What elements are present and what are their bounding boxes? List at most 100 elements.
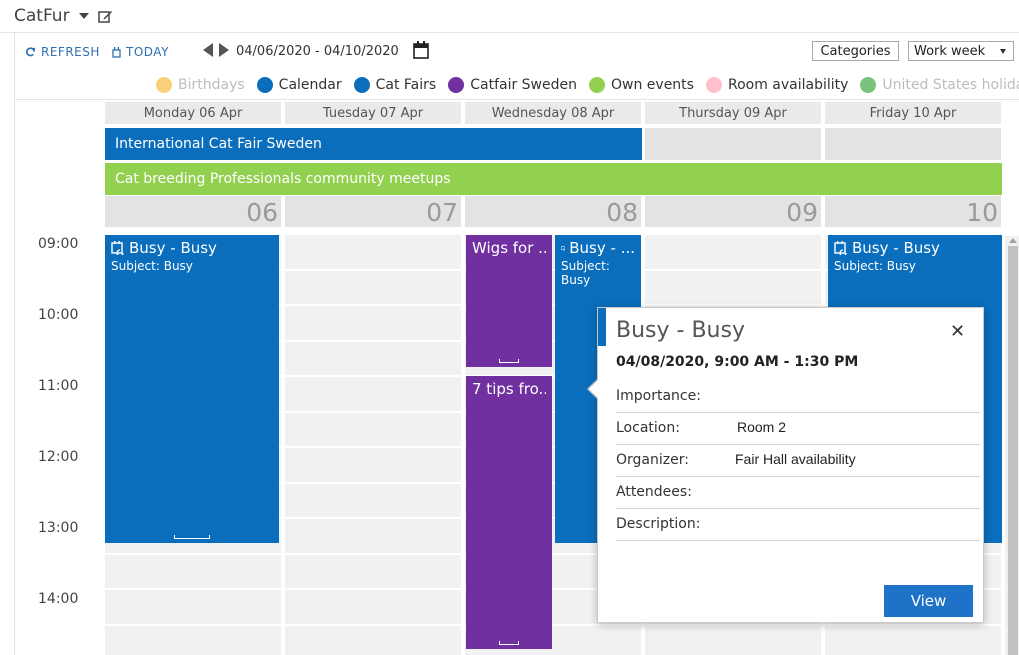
event-subject: Subject: Busy	[111, 259, 193, 273]
time-slot[interactable]	[285, 448, 461, 482]
legend-color-dot	[256, 77, 273, 93]
day-header-thursday: Thursday 09 Apr	[645, 102, 821, 124]
title-bar: CatFur	[0, 0, 1019, 33]
time-slot[interactable]	[105, 554, 281, 588]
time-slot[interactable]	[105, 590, 281, 624]
time-slot[interactable]	[285, 519, 461, 553]
legend-color-dot	[705, 77, 722, 93]
popup-field-organizer: Organizer: Fair Hall availability	[616, 445, 980, 477]
legend-label: United States holidays	[882, 77, 1019, 93]
event-title: Busy - Busy	[852, 239, 940, 257]
allday-event-cat-breeding-meetups[interactable]: Cat breeding Professionals community mee…	[105, 163, 1002, 195]
refresh-icon	[26, 46, 36, 56]
day-number-07[interactable]: 07	[285, 196, 461, 227]
scroll-up-icon[interactable]	[1009, 238, 1017, 243]
time-slot[interactable]	[285, 554, 461, 588]
refresh-label: REFRESH	[41, 45, 100, 59]
resize-handle[interactable]	[499, 359, 519, 363]
next-arrow-icon[interactable]	[217, 42, 231, 58]
event-title: Wigs for ...	[472, 239, 546, 257]
day-number-10[interactable]: 10	[825, 196, 1001, 227]
legend-item[interactable]: Birthdays	[156, 77, 245, 93]
time-label: 10:00	[38, 307, 79, 323]
allday-event-cat-fair-sweden[interactable]: International Cat Fair Sweden	[105, 128, 642, 160]
popup-title: Busy - Busy	[616, 318, 745, 343]
legend-item[interactable]: Calendar	[256, 77, 342, 93]
popup-datetime: 04/08/2020, 9:00 AM - 1:30 PM	[616, 354, 859, 370]
legend-color-dot	[353, 77, 370, 93]
recurring-calendar-icon	[111, 241, 124, 255]
time-slot[interactable]	[285, 483, 461, 517]
left-divider	[14, 33, 15, 655]
time-slot[interactable]	[825, 625, 1001, 655]
popup-field-location: Location: Room 2	[616, 413, 980, 445]
view-select[interactable]: Work week	[908, 41, 1014, 61]
resize-handle[interactable]	[174, 535, 210, 539]
time-slot[interactable]	[285, 270, 461, 304]
popup-field-importance: Importance:	[616, 381, 980, 413]
legend-item[interactable]: United States holidays	[860, 77, 1019, 93]
event-subject: Subject: Busy	[561, 259, 610, 287]
day-header-tuesday: Tuesday 07 Apr	[285, 102, 461, 124]
categories-button[interactable]: Categories	[812, 41, 899, 61]
previous-arrow-icon[interactable]	[201, 42, 215, 58]
recurring-calendar-icon	[561, 245, 565, 251]
time-slot[interactable]	[285, 625, 461, 655]
refresh-button[interactable]: REFRESH	[25, 44, 100, 60]
event-title-row: Busy - Busy	[834, 239, 996, 257]
event-title-row: Busy - Busy	[111, 239, 273, 257]
field-label: Importance:	[616, 388, 701, 404]
resize-handle[interactable]	[499, 641, 519, 645]
time-slot[interactable]	[645, 270, 821, 304]
legend-label: Own events	[611, 77, 694, 93]
field-value: Room 2	[737, 419, 787, 435]
event-wigs[interactable]: Wigs for ...	[466, 235, 552, 367]
today-button[interactable]: TODAY	[112, 44, 169, 60]
today-label: TODAY	[126, 45, 169, 59]
time-slot[interactable]	[105, 625, 281, 655]
allday-empty-cell[interactable]	[645, 128, 821, 160]
field-label: Description:	[616, 516, 701, 532]
time-slot[interactable]	[285, 306, 461, 340]
app-title[interactable]: CatFur	[14, 6, 70, 26]
day-number-09[interactable]: 09	[645, 196, 821, 227]
event-monday-busy[interactable]: Busy - Busy Subject: Busy	[105, 235, 279, 543]
legend-label: Room availability	[727, 77, 849, 93]
legend-item[interactable]: Catfair Sweden	[448, 77, 577, 93]
time-slot[interactable]	[645, 625, 821, 655]
popup-accent-bar	[598, 308, 606, 346]
legend-item[interactable]: Cat Fairs	[353, 77, 436, 93]
legend-label: Birthdays	[178, 77, 245, 93]
dropdown-caret-icon	[1000, 49, 1006, 54]
allday-empty-cell[interactable]	[825, 128, 1001, 160]
legend-item[interactable]: Own events	[589, 77, 694, 93]
time-slot[interactable]	[285, 341, 461, 375]
event-title: 7 tips fro...	[472, 380, 546, 398]
legend-color-dot	[156, 77, 172, 93]
event-title: Busy - Busy	[129, 239, 217, 257]
view-button[interactable]: View	[884, 585, 973, 617]
field-label: Attendees:	[616, 484, 692, 500]
field-label: Organizer:	[616, 452, 689, 468]
calendar-picker-icon[interactable]	[413, 41, 429, 59]
time-slot[interactable]	[285, 412, 461, 446]
event-7-tips[interactable]: 7 tips fro...	[466, 376, 552, 649]
event-subject: Subject: Busy	[834, 259, 916, 273]
date-navigation	[201, 42, 231, 58]
view-select-value: Work week	[914, 43, 986, 59]
scrollbar-thumb[interactable]	[1008, 246, 1018, 655]
day-header-friday: Friday 10 Apr	[825, 102, 1001, 124]
time-slot[interactable]	[285, 235, 461, 269]
edit-icon[interactable]	[98, 9, 113, 24]
calendar-divider	[14, 99, 1019, 100]
event-title: Busy - ...	[569, 239, 635, 257]
legend-label: Calendar	[278, 77, 342, 93]
day-number-08[interactable]: 08	[465, 196, 641, 227]
legend-item[interactable]: Room availability	[705, 77, 849, 93]
time-slot[interactable]	[285, 377, 461, 411]
time-slot[interactable]	[285, 590, 461, 624]
caret-down-icon[interactable]	[79, 13, 89, 19]
day-number-06[interactable]: 06	[105, 196, 281, 227]
close-icon[interactable]: ✕	[950, 321, 965, 342]
time-slot[interactable]	[645, 235, 821, 269]
